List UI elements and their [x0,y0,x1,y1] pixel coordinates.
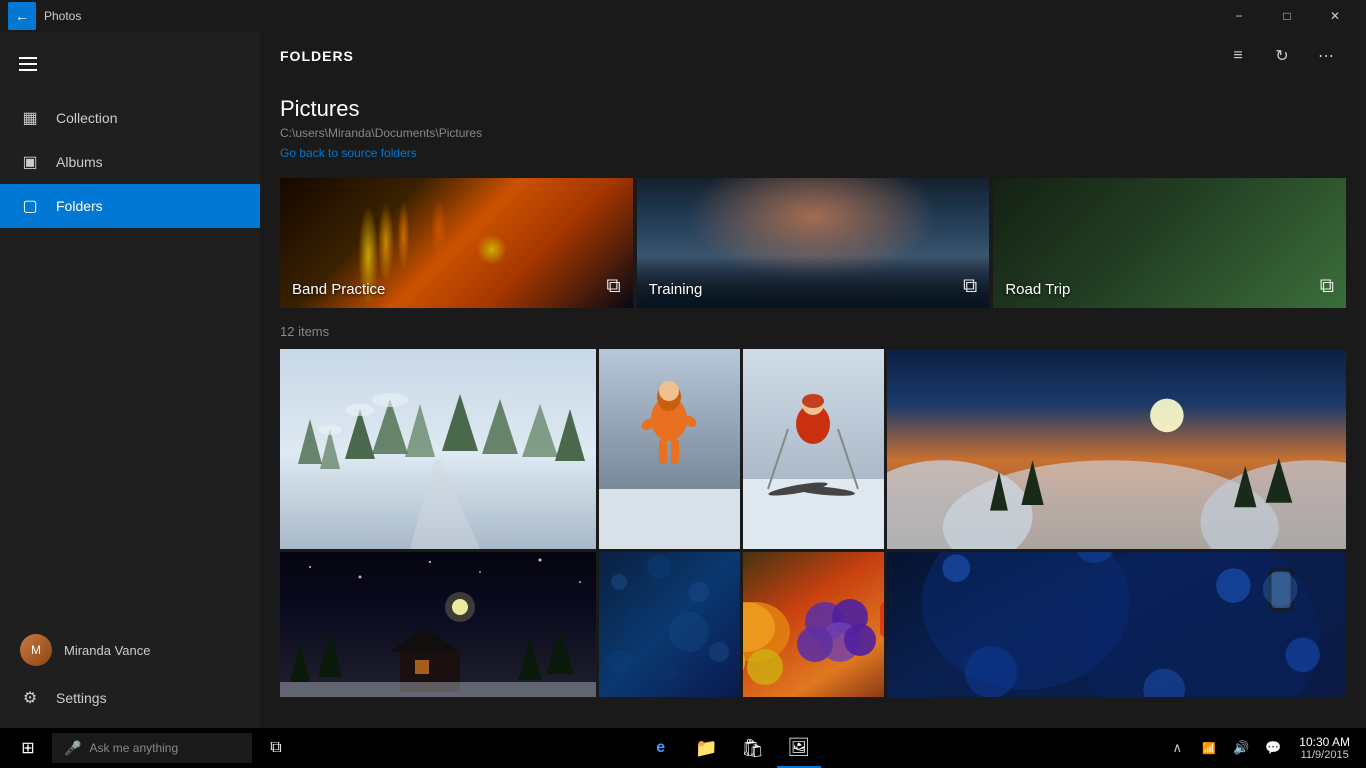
user-profile[interactable]: M Miranda Vance [0,624,260,676]
source-folders-link[interactable]: Go back to source folders [280,146,417,160]
clock[interactable]: 10:30 AM 11/9/2015 [1291,728,1358,768]
folder-name: Road Trip [1005,281,1070,298]
refresh-button[interactable]: ↻ [1262,36,1302,76]
filter-icon: ≡ [1233,47,1242,65]
toolbar-title: FOLDERS [280,48,354,64]
maximize-button[interactable]: □ [1264,0,1310,32]
pictures-path: C:\users\Miranda\Documents\Pictures [280,126,1346,140]
folder-overlay: Road Trip ⧉ [993,178,1346,308]
tray-network[interactable]: 📶 [1195,733,1223,763]
photo-night-cabin[interactable] [280,552,596,697]
toolbar: FOLDERS ≡ ↻ ⋯ [260,32,1366,80]
task-view-button[interactable]: ⧉ [256,728,296,768]
folder-tile-training[interactable]: Training ⧉ [637,178,990,308]
photo-grid [280,349,1346,697]
taskbar-tray: ∧ 📶 🔊 💬 10:30 AM 11/9/2015 [1163,728,1358,768]
task-view-icon: ⧉ [270,739,281,757]
settings-label: Settings [56,690,107,706]
hamburger-icon [19,57,37,71]
sidebar-item-collection-label: Collection [56,110,117,126]
photo-snow-wide[interactable] [280,349,596,549]
sidebar-top [0,32,260,96]
folder-name: Band Practice [292,281,385,298]
folder-grid: Band Practice ⧉ Training ⧉ Road Trip ⧉ [280,178,1346,308]
start-icon: ⊞ [21,738,34,758]
taskbar: ⊞ 🎤 Ask me anything ⧉ e 📁 🛍 🖼 ∧ 📶 🔊 💬 10… [0,728,1366,768]
taskbar-left: ⊞ 🎤 Ask me anything ⧉ [8,728,296,768]
hamburger-button[interactable] [8,44,48,84]
folder-tile-road-trip[interactable]: Road Trip ⧉ [993,178,1346,308]
sidebar-item-collection[interactable]: ▦ Collection [0,96,260,140]
pictures-title: Pictures [280,96,1346,122]
photo-sunset-snow[interactable] [887,349,1346,549]
folders-icon: ▢ [20,196,40,216]
folder-tile-band-practice[interactable]: Band Practice ⧉ [280,178,633,308]
search-placeholder: Ask me anything [89,741,178,755]
taskbar-app-photos[interactable]: 🖼 [777,728,821,768]
back-button[interactable]: ← [8,2,36,30]
sidebar-item-albums-label: Albums [56,154,103,170]
more-button[interactable]: ⋯ [1306,36,1346,76]
taskbar-app-edge[interactable]: e [639,728,683,768]
taskbar-app-store[interactable]: 🛍 [731,728,775,768]
title-bar: ← Photos − □ ✕ [0,0,1366,32]
user-name: Miranda Vance [64,643,150,658]
sidebar-bottom: M Miranda Vance ⚙ Settings [0,624,260,728]
window-controls: − □ ✕ [1216,0,1358,32]
folder-overlay: Band Practice ⧉ [280,178,633,308]
avatar: M [20,634,52,666]
refresh-icon: ↻ [1275,46,1288,66]
toolbar-actions: ≡ ↻ ⋯ [1218,36,1346,76]
search-bar[interactable]: 🎤 Ask me anything [52,733,252,763]
sidebar-item-albums[interactable]: ▣ Albums [0,140,260,184]
collection-icon: ▦ [20,108,40,128]
avatar-initials: M [31,643,41,657]
settings-item[interactable]: ⚙ Settings [0,676,260,720]
items-count: 12 items [280,324,1346,339]
sidebar: ▦ Collection ▣ Albums ▢ Folders M Mirand… [0,32,260,728]
start-button[interactable]: ⊞ [8,728,48,768]
albums-icon: ▣ [20,152,40,172]
back-icon: ← [15,8,29,24]
taskbar-apps: e 📁 🛍 🖼 [639,728,821,768]
close-button[interactable]: ✕ [1312,0,1358,32]
folder-file-icon: ⧉ [1320,275,1334,298]
photo-blue-water[interactable] [599,552,740,697]
folder-overlay: Training ⧉ [637,178,990,308]
tray-notification[interactable]: 💬 [1259,733,1287,763]
filter-button[interactable]: ≡ [1218,36,1258,76]
tray-chevron[interactable]: ∧ [1163,733,1191,763]
photo-fruit[interactable] [743,552,884,697]
sidebar-item-folders-label: Folders [56,198,103,214]
clock-date: 11/9/2015 [1301,749,1349,761]
app-title: Photos [44,9,81,23]
title-bar-left: ← Photos [8,2,81,30]
settings-icon: ⚙ [20,688,40,708]
folder-file-icon: ⧉ [606,275,620,298]
photo-child-ski[interactable] [743,349,884,549]
clock-time: 10:30 AM [1299,735,1350,749]
app-body: ▦ Collection ▣ Albums ▢ Folders M Mirand… [0,32,1366,728]
folder-name: Training [649,281,703,298]
photo-blue-aqua[interactable] [887,552,1346,697]
minimize-button[interactable]: − [1216,0,1262,32]
sidebar-item-folders[interactable]: ▢ Folders [0,184,260,228]
taskbar-app-explorer[interactable]: 📁 [685,728,729,768]
search-mic-icon: 🎤 [64,740,81,757]
tray-volume[interactable]: 🔊 [1227,733,1255,763]
main-content: FOLDERS ≡ ↻ ⋯ Pictures C:\users\Miranda\… [260,32,1366,728]
pictures-section: Pictures C:\users\Miranda\Documents\Pict… [260,80,1366,713]
folder-file-icon: ⧉ [963,275,977,298]
more-icon: ⋯ [1318,46,1334,66]
photo-child-orange[interactable] [599,349,740,549]
